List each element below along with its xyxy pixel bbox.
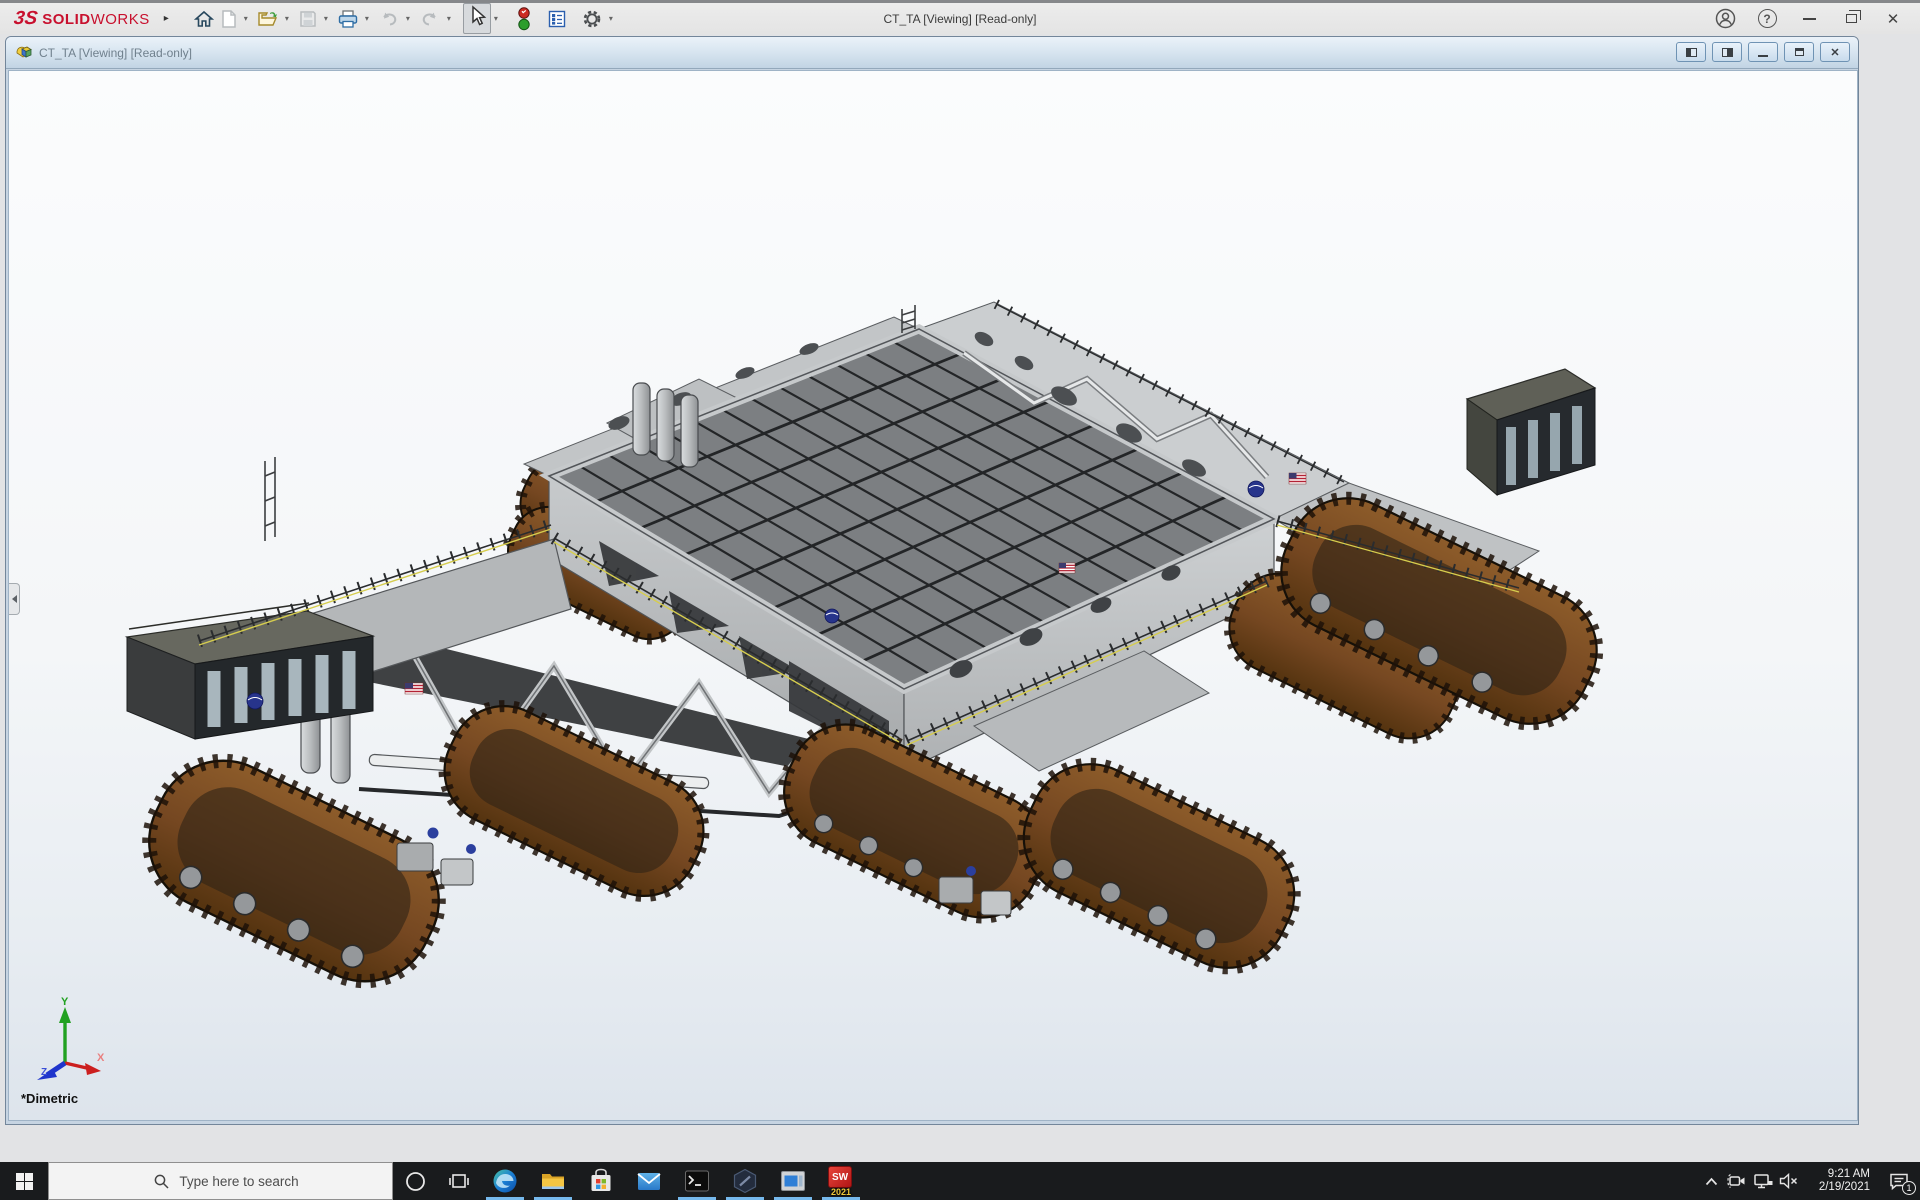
hexagon-app-icon (732, 1168, 758, 1194)
new-document-caret[interactable]: ▾ (244, 14, 248, 23)
operator-cab-rear[interactable] (1467, 369, 1595, 495)
search-icon (154, 1174, 169, 1189)
taskbar-app-edge[interactable] (481, 1162, 529, 1200)
cortana-button[interactable] (393, 1162, 437, 1200)
taskbar-app-media[interactable] (769, 1162, 817, 1200)
assembly-document-icon (14, 44, 33, 61)
taskbar-app-hexagon[interactable] (721, 1162, 769, 1200)
select-tool-caret[interactable]: ▾ (494, 14, 498, 23)
network-icon[interactable] (1750, 1162, 1776, 1200)
toolbar-flyout-icon[interactable]: ▸ (164, 13, 169, 24)
action-center-button[interactable]: 1 (1878, 1162, 1920, 1200)
triad-z-label: Z (41, 1067, 47, 1078)
taskbar-search-input[interactable]: Type here to search (48, 1162, 393, 1200)
crawler-transporter-model[interactable] (9, 71, 1858, 1121)
minimize-button[interactable] (1792, 5, 1826, 33)
taskbar-app-file-explorer[interactable] (529, 1162, 577, 1200)
window-title: CT_TA [Viewing] [Read-only] (884, 12, 1037, 26)
redo-caret[interactable]: ▾ (447, 14, 451, 23)
options-button[interactable] (578, 6, 606, 32)
triad-x-label: X (97, 1052, 105, 1064)
notification-badge: 1 (1902, 1181, 1916, 1195)
taskbar-app-microsoft-store[interactable] (577, 1162, 625, 1200)
document-tab[interactable]: CT_TA [Viewing] [Read-only] (14, 44, 192, 61)
doc-pane-right-button[interactable] (1712, 42, 1742, 62)
search-placeholder: Type here to search (179, 1174, 298, 1189)
new-document-button[interactable] (217, 6, 241, 32)
task-view-button[interactable] (437, 1162, 481, 1200)
hidden-icons-chevron[interactable] (1698, 1162, 1724, 1200)
media-app-icon (780, 1169, 806, 1193)
feature-panel-collapse-tab[interactable] (9, 583, 20, 615)
terminal-icon (684, 1169, 710, 1193)
microsoft-store-icon (589, 1168, 613, 1194)
graphics-viewport[interactable]: Y X Z *Dimetric (8, 70, 1858, 1121)
close-button[interactable]: ✕ (1876, 5, 1910, 33)
options-caret[interactable]: ▾ (609, 14, 613, 23)
save-button[interactable] (295, 6, 321, 32)
document-titlebar[interactable]: CT_TA [Viewing] [Read-only] ✕ (6, 37, 1858, 69)
mail-icon (636, 1169, 662, 1193)
reference-triad: Y X Z (27, 995, 107, 1080)
taskbar-clock[interactable]: 9:21 AM 2/19/2021 (1808, 1168, 1870, 1194)
display-report-button[interactable] (544, 6, 570, 32)
windows-taskbar: Type here to search (0, 1162, 1920, 1200)
file-explorer-icon (540, 1168, 566, 1194)
doc-close-button[interactable]: ✕ (1820, 42, 1850, 62)
taskbar-app-solidworks[interactable]: SW 2021 (817, 1162, 865, 1200)
edge-icon (492, 1168, 518, 1194)
rebuild-button[interactable] (514, 6, 534, 32)
save-caret[interactable]: ▾ (324, 14, 328, 23)
select-tool-button-active[interactable] (463, 3, 491, 34)
solidworks-logo: 3SSOLIDWORKS (14, 8, 150, 30)
doc-pane-left-button[interactable] (1676, 42, 1706, 62)
tray-time: 9:21 AM (1808, 1168, 1870, 1181)
volume-muted-icon[interactable] (1776, 1162, 1802, 1200)
system-tray: 9:21 AM 2/19/2021 1 (1698, 1162, 1920, 1200)
open-caret[interactable]: ▾ (285, 14, 289, 23)
redo-button[interactable] (416, 6, 444, 32)
doc-restore-button[interactable] (1784, 42, 1814, 62)
restore-button[interactable] (1834, 5, 1868, 33)
help-icon[interactable]: ? (1750, 5, 1784, 33)
start-button[interactable] (0, 1162, 48, 1200)
user-account-icon[interactable] (1708, 5, 1742, 33)
home-button[interactable] (191, 6, 217, 32)
undo-caret[interactable]: ▾ (406, 14, 410, 23)
document-tab-title: CT_TA [Viewing] [Read-only] (39, 46, 192, 60)
view-orientation-label: *Dimetric (21, 1091, 78, 1106)
tray-date: 2/19/2021 (1808, 1181, 1870, 1194)
solidworks-logo-mark: 3S (12, 8, 38, 30)
print-button[interactable] (334, 6, 362, 32)
titlebar: 3SSOLIDWORKS ▸ ▾ ▾ ▾ ▾ ▾ ▾ ▾ (0, 3, 1920, 34)
taskbar-app-terminal[interactable] (673, 1162, 721, 1200)
doc-minimize-button[interactable] (1748, 42, 1778, 62)
triad-y-label: Y (61, 996, 69, 1008)
meet-now-icon[interactable] (1724, 1162, 1750, 1200)
taskbar-app-mail[interactable] (625, 1162, 673, 1200)
quick-access-toolbar: ▾ ▾ ▾ ▾ ▾ ▾ ▾ ▾ (191, 3, 619, 34)
print-caret[interactable]: ▾ (365, 14, 369, 23)
document-window: CT_TA [Viewing] [Read-only] ✕ (5, 36, 1859, 1125)
undo-button[interactable] (375, 6, 403, 32)
open-button[interactable] (254, 6, 282, 32)
solidworks-2021-icon: SW (828, 1166, 852, 1188)
